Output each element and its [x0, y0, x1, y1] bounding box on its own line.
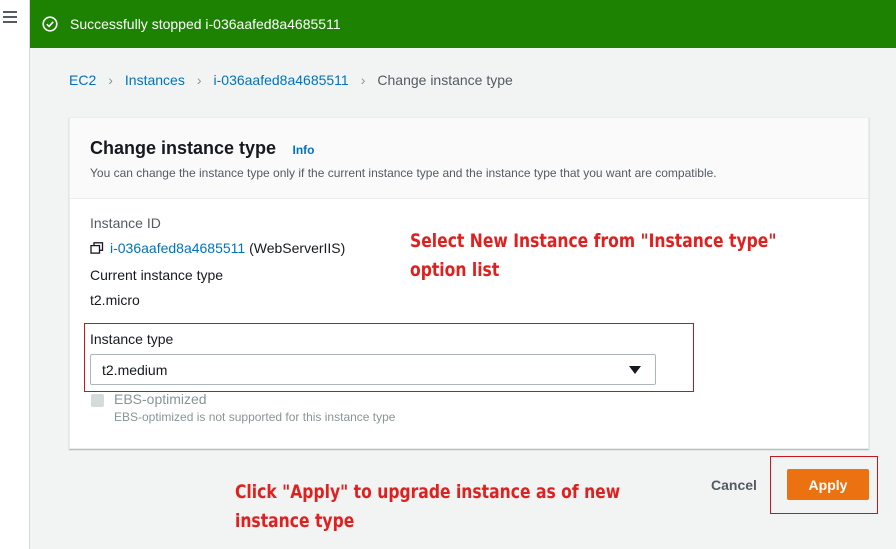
chevron-right-icon: › — [360, 72, 366, 88]
flash-message: Successfully stopped i-036aafed8a4685511 — [70, 16, 341, 32]
chevron-right-icon: › — [108, 72, 113, 88]
instance-id-value: i-036aafed8a4685511 (WebServerIIS) — [90, 240, 345, 256]
chevron-right-icon: › — [196, 72, 202, 88]
instance-name: (WebServerIIS) — [249, 240, 346, 256]
instance-id-label: Instance ID — [90, 215, 161, 231]
ebs-optimized-checkbox[interactable] — [91, 394, 104, 407]
panel-description: You can change the instance type only if… — [90, 166, 717, 180]
ebs-optimized-note: EBS-optimized is not supported for this … — [114, 410, 396, 424]
apply-annotation-line-1: Click "Apply" to upgrade instance as of … — [235, 481, 621, 503]
select-annotation-line-1: Select New Instance from "Instance type" — [410, 230, 777, 252]
instance-type-highlight-box — [84, 323, 694, 392]
breadcrumb: EC2 › Instances › i-036aafed8a4685511 › … — [69, 72, 513, 88]
success-flash-banner: Successfully stopped i-036aafed8a4685511 — [30, 0, 896, 48]
select-annotation: Select New Instance from "Instance type"… — [410, 227, 804, 285]
check-circle-icon — [42, 16, 58, 32]
menu-icon[interactable] — [3, 11, 17, 23]
breadcrumb-instances[interactable]: Instances — [125, 72, 185, 88]
info-link[interactable]: Info — [293, 143, 315, 157]
breadcrumb-ec2[interactable]: EC2 — [69, 72, 96, 88]
apply-annotation: Click "Apply" to upgrade instance as of … — [235, 478, 661, 536]
breadcrumb-instance-id[interactable]: i-036aafed8a4685511 — [214, 72, 349, 88]
apply-button[interactable]: Apply — [787, 469, 869, 500]
panel-title: Change instance type — [90, 138, 277, 158]
ebs-optimized-label: EBS-optimized — [114, 391, 207, 407]
instance-id-link[interactable]: i-036aafed8a4685511 — [110, 240, 245, 256]
apply-annotation-line-2: instance type — [235, 510, 355, 532]
copy-icon[interactable] — [90, 242, 104, 254]
select-annotation-line-2: option list — [410, 259, 500, 281]
breadcrumb-current: Change instance type — [377, 72, 513, 88]
cancel-button[interactable]: Cancel — [700, 470, 768, 500]
current-type-value: t2.micro — [90, 292, 140, 308]
left-rail — [0, 0, 30, 549]
current-type-label: Current instance type — [90, 267, 224, 283]
panel-header: Change instance type Info You can change… — [70, 118, 868, 199]
